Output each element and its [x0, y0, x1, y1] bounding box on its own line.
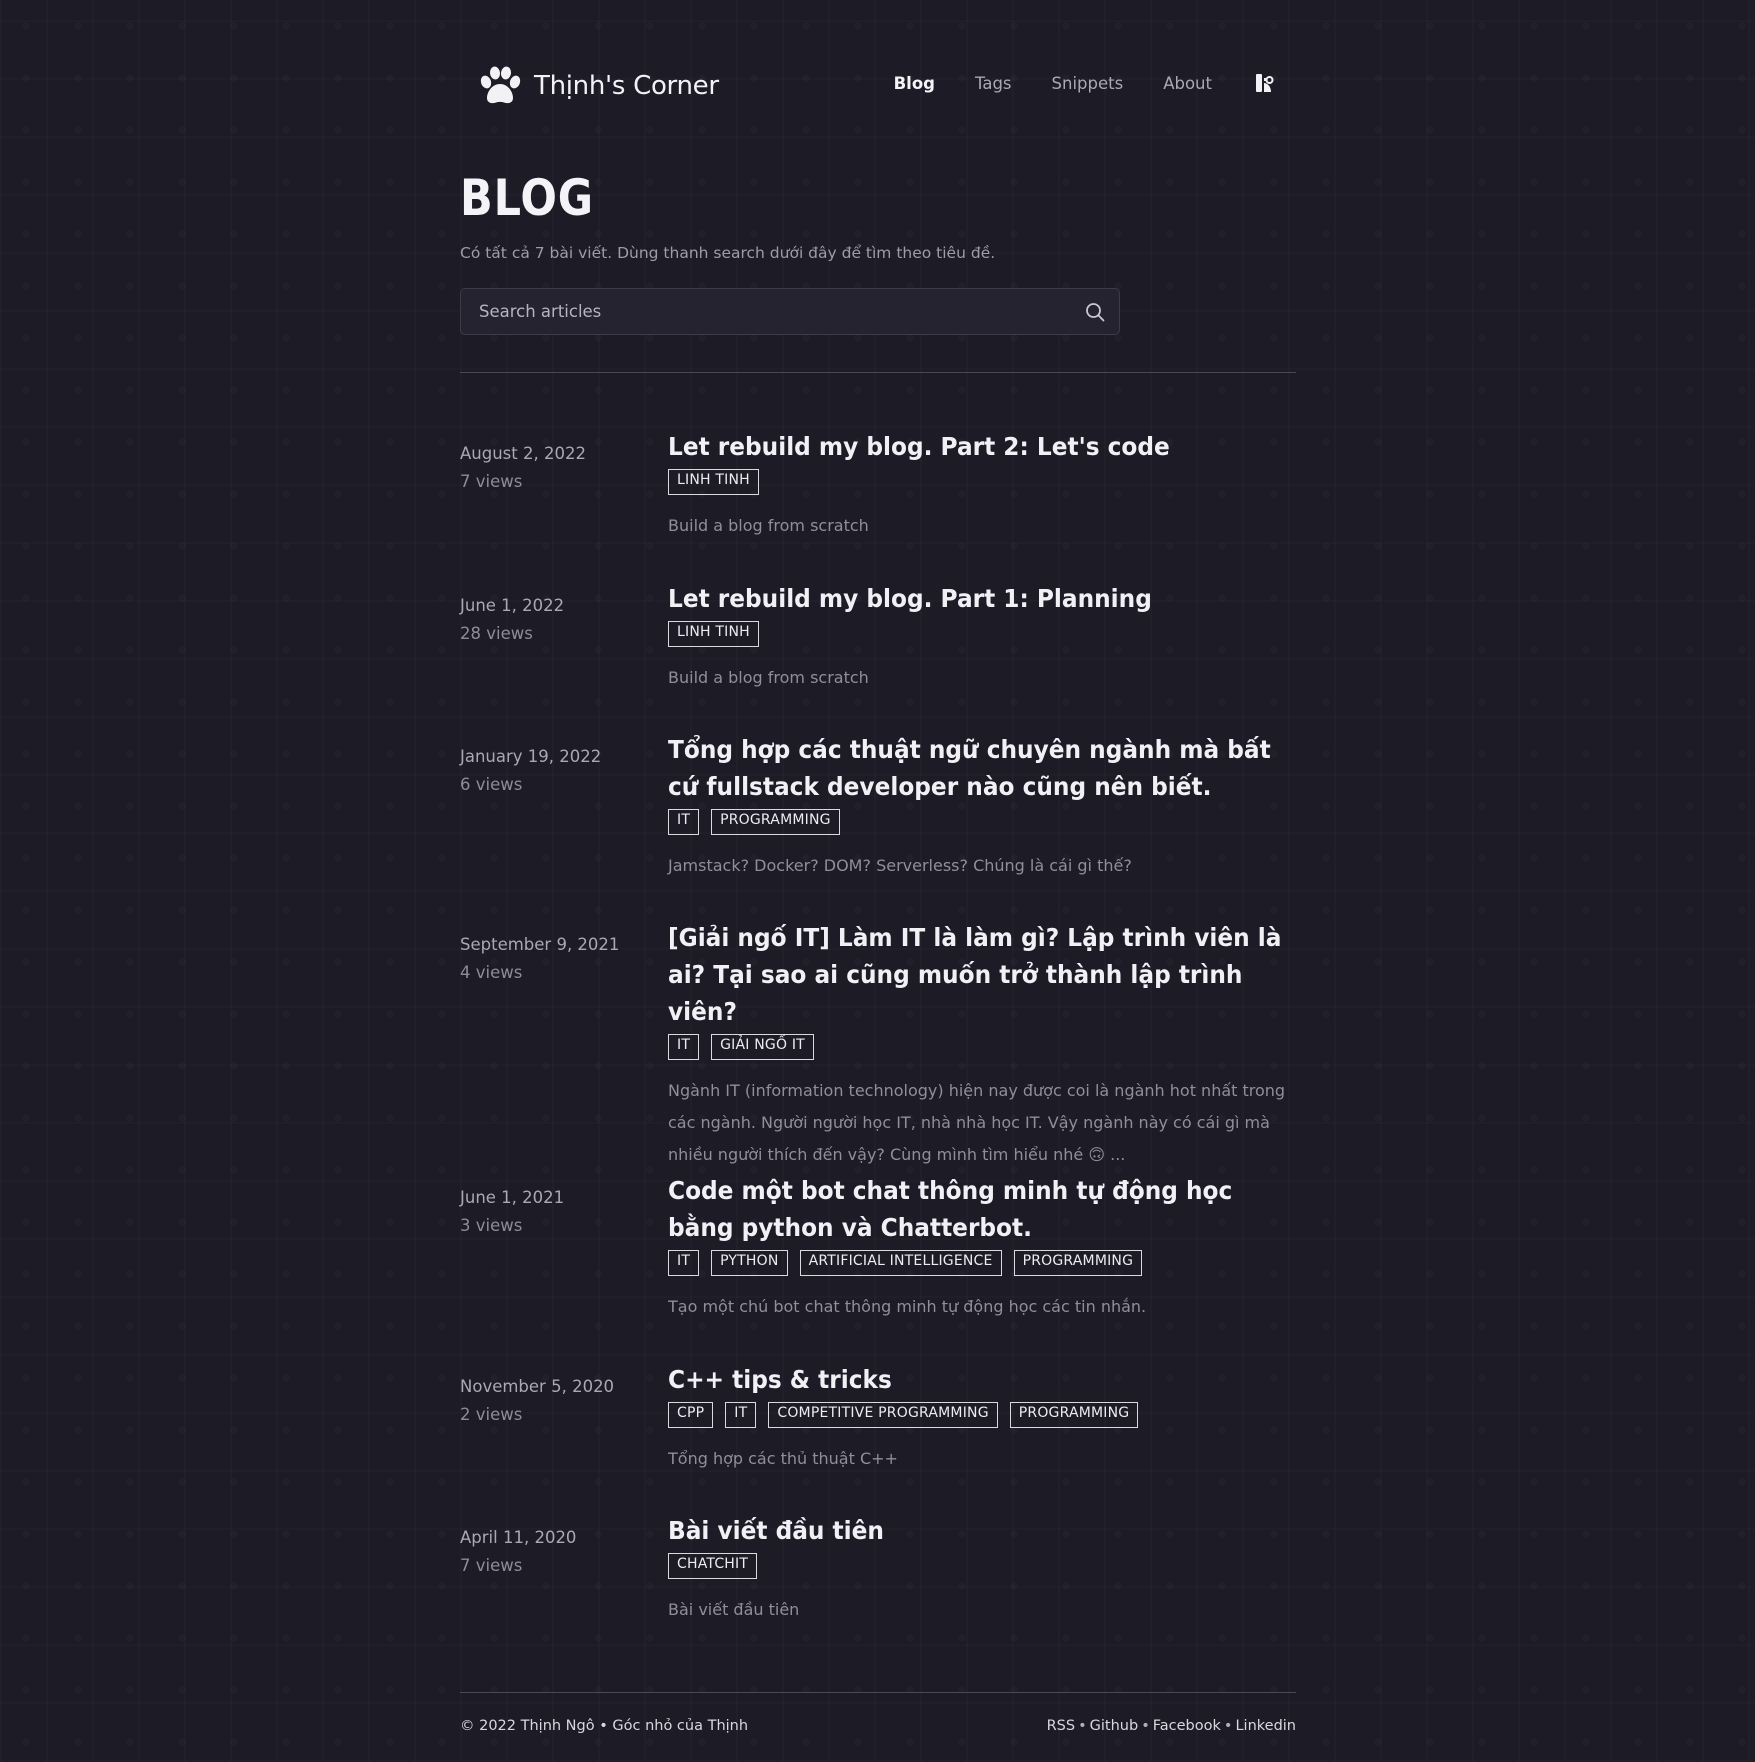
search-input[interactable] [461, 289, 1061, 334]
post-meta: April 11, 2020 7 views [460, 1524, 660, 1580]
post-date: November 5, 2020 [460, 1377, 615, 1396]
post-meta: August 2, 2022 7 views [460, 440, 660, 496]
nav-item-blog[interactable]: Blog [894, 74, 935, 93]
main-nav: Blog Tags Snippets About [854, 72, 1276, 94]
tag-link[interactable]: PROGRAMMING [1009, 1402, 1139, 1428]
post-title-link[interactable]: Code một bot chat thông minh tự động học… [668, 1172, 1300, 1246]
post-meta: January 19, 2022 6 views [460, 743, 660, 799]
post-views: 28 views [460, 624, 533, 643]
footer-link-linkedin[interactable]: Linkedin [1235, 1718, 1296, 1734]
tag-link[interactable]: IT [668, 1034, 700, 1060]
page-title: BLOG [460, 169, 594, 227]
post-body: Let rebuild my blog. Part 1: Planning LI… [668, 580, 1296, 694]
post-tags: CPP IT COMPETITIVE PROGRAMMING PROGRAMMI… [668, 1402, 1296, 1428]
footer-copyright: © 2022 Thịnh Ngô • Góc nhỏ của Thịnh [460, 1718, 749, 1734]
post-date: January 19, 2022 [460, 747, 602, 766]
post-meta: November 5, 2020 2 views [460, 1373, 660, 1429]
post-meta: June 1, 2021 3 views [460, 1184, 660, 1240]
post-date: September 9, 2021 [460, 935, 620, 954]
header-divider [460, 372, 1296, 373]
brand-link[interactable]: Thịnh's Corner [476, 62, 719, 110]
post-title-link[interactable]: C++ tips & tricks [668, 1361, 1300, 1398]
footer-divider [460, 1692, 1296, 1693]
post-date: April 11, 2020 [460, 1528, 577, 1547]
post-date: August 2, 2022 [460, 444, 586, 463]
tag-link[interactable]: IT [668, 1250, 700, 1276]
post-tags: IT PROGRAMMING [668, 809, 1296, 835]
footer-separator: • [1223, 1718, 1233, 1734]
post-views: 6 views [460, 775, 523, 794]
post-summary: Bài viết đầu tiên [668, 1600, 800, 1619]
post-body: Bài viết đầu tiên CHATCHIT Bài viết đầu … [668, 1512, 1296, 1626]
post-summary: Jamstack? Docker? DOM? Serverless? Chúng… [668, 856, 1132, 875]
post-title-link[interactable]: Tổng hợp các thuật ngữ chuyên ngành mà b… [668, 731, 1300, 805]
post-title-link[interactable]: Let rebuild my blog. Part 1: Planning [668, 580, 1300, 617]
post-tags: LINH TINH [668, 621, 1296, 647]
tag-link[interactable]: IT [668, 809, 700, 835]
tag-link[interactable]: ARTIFICIAL INTELLIGENCE [799, 1250, 1002, 1276]
post-summary: Build a blog from scratch [668, 516, 869, 535]
tag-link[interactable]: LINH TINH [668, 621, 759, 647]
post-body: Tổng hợp các thuật ngữ chuyên ngành mà b… [668, 731, 1296, 882]
post-body: C++ tips & tricks CPP IT COMPETITIVE PRO… [668, 1361, 1296, 1475]
post-views: 7 views [460, 1556, 523, 1575]
footer-separator: • [1078, 1718, 1087, 1734]
tag-link[interactable]: PYTHON [711, 1250, 788, 1276]
post-tags: LINH TINH [668, 469, 1296, 495]
nav-item-about[interactable]: About [1163, 74, 1212, 93]
tag-link[interactable]: CPP [668, 1402, 714, 1428]
footer-link-rss[interactable]: RSS [1047, 1718, 1075, 1734]
nav-item-snippets[interactable]: Snippets [1052, 74, 1124, 93]
post-views: 4 views [460, 963, 523, 982]
post-title-link[interactable]: Bài viết đầu tiên [668, 1512, 1300, 1549]
tag-link[interactable]: PROGRAMMING [711, 809, 840, 835]
site-header: Thịnh's Corner Blog Tags Snippets About [460, 56, 1296, 112]
post-date: June 1, 2021 [460, 1188, 565, 1207]
post-views: 3 views [460, 1216, 523, 1235]
paw-icon [480, 66, 521, 104]
post-tags: IT GIẢI NGỐ IT [668, 1034, 1296, 1060]
post-meta: June 1, 2022 28 views [460, 592, 660, 648]
post-meta: September 9, 2021 4 views [460, 931, 660, 987]
page-subtitle: Có tất cả 7 bài viết. Dùng thanh search … [460, 244, 996, 262]
footer-links: RSS • Github • Facebook • Linkedin [1047, 1718, 1296, 1734]
footer-link-github[interactable]: Github [1090, 1718, 1139, 1734]
tag-link[interactable]: IT [725, 1402, 757, 1428]
tag-link[interactable]: PROGRAMMING [1013, 1250, 1143, 1276]
post-summary: Ngành IT (information technology) hiện n… [668, 1081, 1286, 1164]
theme-toggle-icon[interactable] [1254, 72, 1276, 94]
post-tags: IT PYTHON ARTIFICIAL INTELLIGENCE PROGRA… [668, 1250, 1296, 1276]
search-box [460, 288, 1120, 335]
brand-name: Thịnh's Corner [534, 71, 719, 101]
post-summary: Tạo một chú bot chat thông minh tự động … [668, 1297, 1147, 1316]
tag-link[interactable]: GIẢI NGỐ IT [711, 1034, 814, 1060]
search-icon [1086, 303, 1105, 322]
post-summary: Build a blog from scratch [668, 668, 869, 687]
tag-link[interactable]: COMPETITIVE PROGRAMMING [768, 1402, 998, 1428]
post-title-link[interactable]: [Giải ngố IT] Làm IT là làm gì? Lập trìn… [668, 919, 1300, 1030]
post-body: Let rebuild my blog. Part 2: Let's code … [668, 428, 1296, 542]
post-body: Code một bot chat thông minh tự động học… [668, 1172, 1296, 1323]
post-title-link[interactable]: Let rebuild my blog. Part 2: Let's code [668, 428, 1300, 465]
tag-link[interactable]: LINH TINH [668, 469, 759, 495]
post-views: 2 views [460, 1405, 523, 1424]
site-footer: © 2022 Thịnh Ngô • Góc nhỏ của Thịnh RSS… [460, 1718, 1296, 1738]
post-tags: CHATCHIT [668, 1553, 1296, 1579]
post-summary: Tổng hợp các thủ thuật C++ [668, 1449, 898, 1468]
post-date: June 1, 2022 [460, 596, 565, 615]
post-body: [Giải ngố IT] Làm IT là làm gì? Lập trìn… [668, 919, 1296, 1171]
footer-separator: • [1141, 1718, 1150, 1734]
tag-link[interactable]: CHATCHIT [668, 1553, 758, 1579]
nav-item-tags[interactable]: Tags [975, 74, 1012, 93]
footer-link-facebook[interactable]: Facebook [1153, 1718, 1221, 1734]
post-views: 7 views [460, 472, 523, 491]
